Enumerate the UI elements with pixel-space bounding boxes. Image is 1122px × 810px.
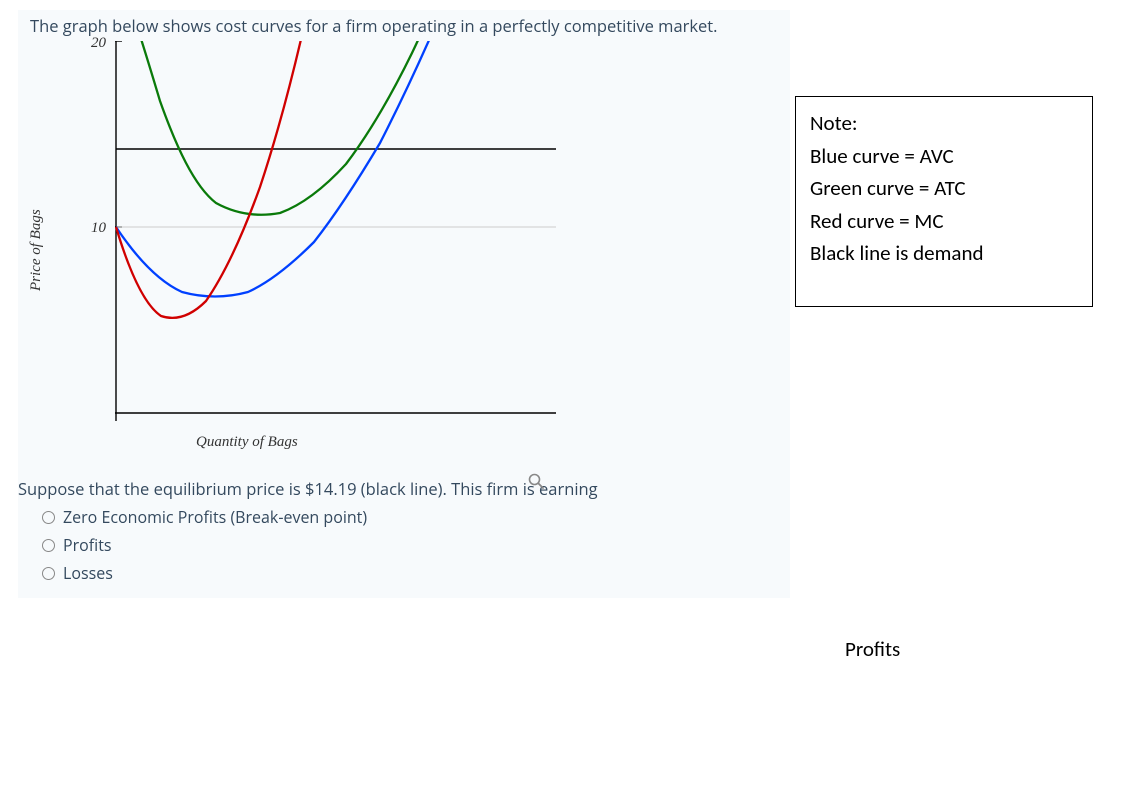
- option-label: Losses: [63, 562, 113, 584]
- y-tick-10: 10: [76, 220, 106, 237]
- mc-curve: [116, 41, 314, 318]
- atc-curve: [122, 41, 456, 215]
- option-profits[interactable]: Profits: [42, 534, 790, 556]
- note-line-demand: Black line is demand: [810, 237, 1078, 270]
- y-axis-label: Price of Bags: [28, 209, 45, 291]
- question-prompt: The graph below shows cost curves for a …: [30, 14, 790, 37]
- question-panel: The graph below shows cost curves for a …: [18, 10, 790, 598]
- avc-curve: [116, 41, 446, 297]
- option-losses[interactable]: Losses: [42, 562, 790, 584]
- legend-note-box: Note: Blue curve = AVC Green curve = ATC…: [795, 96, 1093, 307]
- note-line-atc: Green curve = ATC: [810, 172, 1078, 205]
- note-line-avc: Blue curve = AVC: [810, 140, 1078, 173]
- radio-icon[interactable]: [42, 511, 55, 524]
- radio-icon[interactable]: [42, 567, 55, 580]
- x-axis-label: Quantity of Bags: [196, 434, 298, 451]
- cost-curves-chart: Price of Bags 20 10 Quantity: [36, 41, 790, 471]
- answer-text: Profits: [845, 636, 900, 662]
- sub-prompt: Suppose that the equilibrium price is $1…: [18, 477, 790, 500]
- radio-icon[interactable]: [42, 539, 55, 552]
- option-label: Profits: [63, 534, 112, 556]
- answer-options: Zero Economic Profits (Break-even point)…: [42, 506, 790, 584]
- chart-svg: [36, 41, 556, 456]
- note-line-mc: Red curve = MC: [810, 205, 1078, 238]
- note-heading: Note:: [810, 107, 1078, 140]
- option-zero-profits[interactable]: Zero Economic Profits (Break-even point): [42, 506, 790, 528]
- option-label: Zero Economic Profits (Break-even point): [63, 506, 367, 528]
- y-tick-20: 20: [76, 35, 106, 52]
- magnify-icon[interactable]: [528, 473, 544, 489]
